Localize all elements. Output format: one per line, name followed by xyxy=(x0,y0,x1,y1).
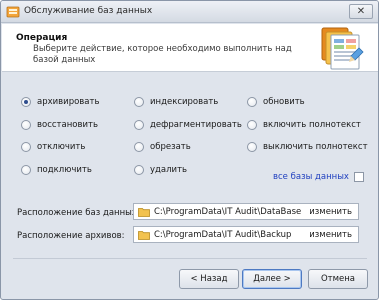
radio-attach[interactable]: подключить xyxy=(21,163,92,177)
radio-button[interactable] xyxy=(21,165,31,175)
radio-label: подключить xyxy=(37,165,92,175)
documents-illustration-icon xyxy=(321,27,364,70)
radio-update[interactable]: обновить xyxy=(247,95,305,109)
all-databases-checkbox[interactable] xyxy=(353,172,364,182)
radio-label: дефрагментировать xyxy=(150,120,242,130)
all-databases-option[interactable]: все базы данных xyxy=(273,172,364,182)
radio-archive[interactable]: архивировать xyxy=(21,95,99,109)
radio-disable-fulltext[interactable]: выключить полнотекст xyxy=(247,140,368,154)
radio-label: индексировать xyxy=(150,97,219,107)
radio-detach[interactable]: отключить xyxy=(21,140,85,154)
back-button[interactable]: < Назад xyxy=(179,269,239,289)
radio-restore[interactable]: восстановить xyxy=(21,118,98,132)
radio-label: восстановить xyxy=(37,120,98,130)
db-location-change-button[interactable]: изменить xyxy=(309,207,352,217)
page-title: Операция xyxy=(16,33,68,43)
radio-button[interactable] xyxy=(21,120,31,130)
radio-label: архивировать xyxy=(37,97,100,107)
radio-label: отключить xyxy=(37,142,86,152)
radio-enable-fulltext[interactable]: включить полнотекст xyxy=(247,118,361,132)
radio-button[interactable] xyxy=(247,97,257,107)
title-bar: Обслуживание баз данных ✕ xyxy=(1,1,378,23)
footer-separator xyxy=(13,258,367,259)
radio-label: выключить полнотекст xyxy=(263,142,368,152)
radio-button[interactable] xyxy=(247,120,257,130)
radio-defragment[interactable]: дефрагментировать xyxy=(134,118,242,132)
folder-icon xyxy=(138,207,150,217)
radio-delete[interactable]: удалить xyxy=(134,163,187,177)
window-title: Обслуживание баз данных xyxy=(24,6,153,16)
archive-location-path: C:\ProgramData\IT Audit\Backup xyxy=(154,229,292,240)
radio-button[interactable] xyxy=(21,142,31,152)
archive-location-label: Расположение архивов: xyxy=(17,231,125,241)
database-app-icon xyxy=(6,6,20,18)
header-panel: Операция Выберите действие, которое необ… xyxy=(2,24,378,72)
page-description: Выберите действие, которое необходимо вы… xyxy=(33,44,292,65)
radio-button[interactable] xyxy=(134,97,144,107)
db-location-path: C:\ProgramData\IT Audit\DataBase xyxy=(154,206,302,217)
radio-button[interactable] xyxy=(21,97,31,107)
close-button[interactable]: ✕ xyxy=(349,4,373,19)
archive-location-field[interactable]: C:\ProgramData\IT Audit\Backup изменить xyxy=(133,226,359,243)
maintenance-dialog: Обслуживание баз данных ✕ Операция Выбер… xyxy=(0,0,379,300)
radio-label: обновить xyxy=(263,97,305,107)
radio-label: обрезать xyxy=(150,142,191,152)
archive-location-change-button[interactable]: изменить xyxy=(309,230,352,240)
folder-icon xyxy=(138,230,150,240)
radio-button[interactable] xyxy=(134,165,144,175)
close-icon: ✕ xyxy=(356,5,366,17)
next-button[interactable]: Далее > xyxy=(242,269,302,289)
radio-shrink[interactable]: обрезать xyxy=(134,140,191,154)
radio-button[interactable] xyxy=(134,142,144,152)
db-location-label: Расположение баз данных: xyxy=(17,208,140,218)
radio-label: включить полнотекст xyxy=(263,120,361,130)
radio-label: удалить xyxy=(150,165,188,175)
radio-button[interactable] xyxy=(134,120,144,130)
all-databases-label[interactable]: все базы данных xyxy=(273,172,349,182)
db-location-field[interactable]: C:\ProgramData\IT Audit\DataBase изменит… xyxy=(133,203,359,220)
radio-index[interactable]: индексировать xyxy=(134,95,218,109)
cancel-button[interactable]: Отмена xyxy=(308,269,368,289)
radio-button[interactable] xyxy=(247,142,257,152)
